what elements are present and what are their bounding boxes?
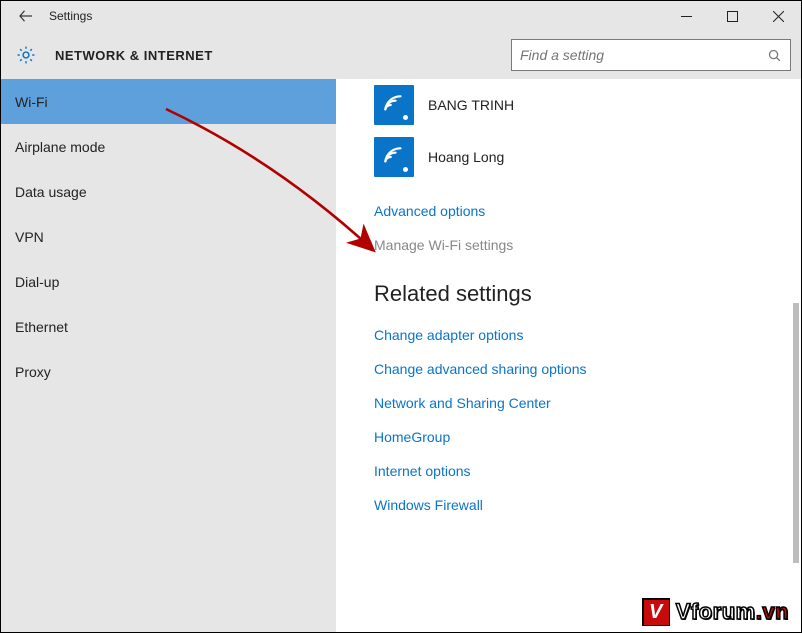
sidebar-item-label: Proxy (15, 364, 51, 380)
wifi-network-name: BANG TRINH (428, 97, 514, 113)
search-input[interactable] (520, 47, 767, 63)
advanced-options-link[interactable]: Advanced options (374, 203, 801, 219)
minimize-button[interactable] (663, 1, 709, 31)
wifi-network-item[interactable]: Hoang Long (374, 137, 801, 177)
sidebar-item-label: Ethernet (15, 319, 68, 335)
link-network-sharing-center[interactable]: Network and Sharing Center (374, 395, 801, 411)
sidebar-item-label: Dial-up (15, 274, 59, 290)
sidebar-item-label: Data usage (15, 184, 87, 200)
sidebar-item-airplane[interactable]: Airplane mode (1, 124, 336, 169)
search-box[interactable] (511, 39, 791, 71)
link-change-adapter[interactable]: Change adapter options (374, 327, 801, 343)
scrollbar[interactable] (789, 83, 799, 628)
body: Wi-Fi Airplane mode Data usage VPN Dial-… (1, 79, 801, 632)
sidebar-item-wifi[interactable]: Wi-Fi (1, 79, 336, 124)
watermark: V Vforum.vn (642, 598, 789, 626)
section-title: NETWORK & INTERNET (55, 48, 213, 63)
back-button[interactable] (9, 1, 43, 31)
watermark-text: Vforum.vn (676, 599, 789, 625)
search-icon (767, 48, 782, 63)
sidebar-item-ethernet[interactable]: Ethernet (1, 304, 336, 349)
link-change-advanced-sharing[interactable]: Change advanced sharing options (374, 361, 801, 377)
window-title: Settings (49, 9, 92, 23)
sidebar-item-dialup[interactable]: Dial-up (1, 259, 336, 304)
wifi-network-item[interactable]: BANG TRINH (374, 85, 801, 125)
wifi-icon (374, 137, 414, 177)
sidebar-item-label: Wi-Fi (15, 94, 48, 110)
sidebar-item-label: VPN (15, 229, 44, 245)
sidebar-item-proxy[interactable]: Proxy (1, 349, 336, 394)
wifi-network-name: Hoang Long (428, 149, 504, 165)
sidebar: Wi-Fi Airplane mode Data usage VPN Dial-… (1, 79, 336, 632)
related-settings-heading: Related settings (374, 281, 801, 307)
link-internet-options[interactable]: Internet options (374, 463, 801, 479)
watermark-badge: V (642, 598, 670, 626)
gear-icon (15, 44, 37, 66)
header-row: NETWORK & INTERNET (1, 31, 801, 79)
close-button[interactable] (755, 1, 801, 31)
maximize-button[interactable] (709, 1, 755, 31)
related-links-group: Change adapter options Change advanced s… (374, 327, 801, 513)
link-windows-firewall[interactable]: Windows Firewall (374, 497, 801, 513)
sidebar-item-vpn[interactable]: VPN (1, 214, 336, 259)
titlebar: Settings (1, 1, 801, 31)
wifi-icon (374, 85, 414, 125)
sidebar-item-label: Airplane mode (15, 139, 105, 155)
settings-window: Settings NETWORK & INTERNET (1, 1, 801, 632)
link-homegroup[interactable]: HomeGroup (374, 429, 801, 445)
scroll-thumb[interactable] (793, 303, 799, 563)
manage-wifi-settings-link[interactable]: Manage Wi-Fi settings (374, 237, 801, 253)
content-pane: BANG TRINH Hoang Long Advanced options M… (336, 79, 801, 632)
sidebar-item-datausage[interactable]: Data usage (1, 169, 336, 214)
